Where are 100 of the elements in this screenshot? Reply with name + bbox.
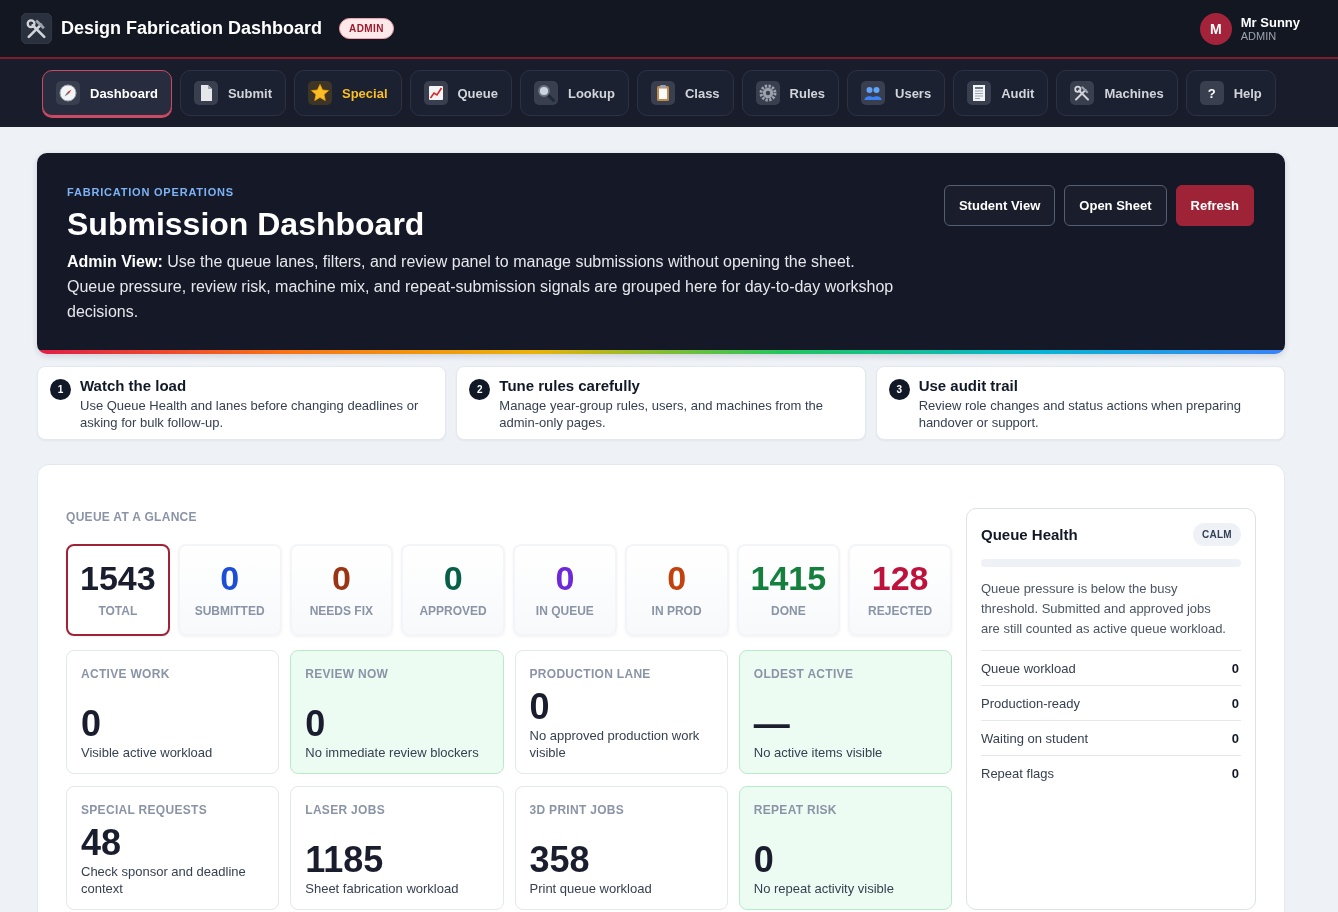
card-value: 0 — [753, 840, 775, 880]
nav-tab[interactable]: Users — [847, 70, 946, 116]
card-description: Check sponsor and deadline context — [81, 863, 247, 897]
card-description: Print queue workload — [529, 880, 653, 897]
hero-description: Queue pressure, review risk, machine mix, and repeat-submission signals are grouped here for day-to-day workshop decisions. — [67, 277, 895, 322]
nav-tab[interactable]: Rules — [741, 70, 839, 116]
tip-title: Use audit trail — [918, 376, 1019, 395]
card-label: PRODUCTION LANE — [529, 666, 652, 682]
eyebrow-text: FABRICATION OPERATIONS — [67, 185, 235, 199]
stat-tile[interactable]: 0 SUBMITTED — [177, 544, 282, 636]
card-title: Queue Health — [981, 526, 1078, 543]
metric-label: Production-ready — [981, 695, 1080, 711]
stat-tile[interactable]: 0 NEEDS FIX — [289, 544, 394, 636]
stat-label: IN PROD — [651, 603, 702, 619]
tip-text: Review role changes and status actions when preparing handover or support. — [918, 397, 1242, 431]
tip-title: Watch the load — [80, 376, 188, 395]
gear-icon — [755, 81, 780, 105]
card-value: 1185 — [305, 840, 385, 880]
clipboard-icon — [650, 81, 675, 105]
metric-label: Repeat flags — [981, 765, 1054, 781]
nav-tab[interactable]: Queue — [409, 70, 512, 116]
card-value: 0 — [305, 704, 327, 744]
stat-label: REJECTED — [868, 603, 933, 619]
stat-label: DONE — [771, 603, 806, 619]
card-value: 0 — [81, 704, 103, 744]
card-description: Sheet fabrication workload — [305, 880, 460, 897]
nav-tab[interactable]: Submit — [179, 70, 286, 116]
nav-tab[interactable]: Dashboard — [42, 70, 172, 116]
metric-label: Queue workload — [981, 660, 1076, 676]
stat-value: 0 — [220, 559, 240, 597]
card-label: OLDEST ACTIVE — [753, 666, 855, 682]
card-description: No approved production work visible — [529, 727, 701, 761]
card-description: No immediate review blockers — [305, 744, 480, 761]
stat-value: 128 — [871, 559, 929, 597]
card-description: No active items visible — [753, 744, 884, 761]
stat-label: SUBMITTED — [194, 603, 265, 619]
card-label: REVIEW NOW — [305, 666, 390, 682]
metric-value: 0 — [1231, 695, 1240, 711]
nav-tab[interactable]: Audit — [953, 70, 1049, 116]
stat-value: 0 — [331, 559, 351, 597]
stat-value: 1543 — [80, 559, 156, 597]
tip-title: Tune rules carefully — [499, 376, 641, 395]
metric-value: 0 — [1231, 765, 1240, 781]
card-description: No repeat activity visible — [753, 880, 895, 897]
hammer-wrench-icon — [21, 13, 52, 44]
stat-tile[interactable]: 1415 DONE — [736, 544, 841, 636]
card-label: SPECIAL REQUESTS — [81, 802, 208, 818]
tip-text: Manage year-group rules, users, and machines from the admin-only pages. — [499, 397, 825, 431]
nav-tab[interactable]: Machines — [1056, 70, 1178, 116]
nav-tab[interactable]: Special — [293, 70, 402, 116]
user-role: ADMIN — [1240, 29, 1277, 43]
step-number: 2 — [469, 379, 491, 400]
hero-description: Admin View: Use the queue lanes, filters, and review panel to manage submissions without opening the sheet. — [67, 252, 856, 272]
magnifier-icon — [533, 81, 558, 105]
step-number: 3 — [888, 379, 910, 400]
card-label: ACTIVE WORK — [81, 666, 171, 682]
nav-tab[interactable]: Lookup — [519, 70, 629, 116]
user-name: Mr Sunny — [1240, 14, 1300, 30]
people-icon — [861, 81, 885, 105]
refresh-button[interactable]: Refresh — [1175, 185, 1254, 226]
question-mark-icon: ? — [1199, 81, 1224, 105]
line-chart-icon — [423, 81, 448, 105]
metric-value: 0 — [1231, 730, 1240, 746]
card-value: — — [753, 704, 791, 744]
action-button[interactable]: Student View — [943, 185, 1056, 226]
stat-tile[interactable]: 0 IN QUEUE — [513, 544, 617, 636]
stat-tile[interactable]: 0 APPROVED — [401, 544, 505, 636]
stat-tile[interactable]: 1543 TOTAL — [66, 544, 170, 636]
card-label: 3D PRINT JOBS — [529, 802, 626, 818]
tip-text: Use Queue Health and lanes before changing deadlines or asking for bulk follow-up. — [80, 397, 420, 431]
card-value: 358 — [529, 840, 591, 880]
user-avatar[interactable]: M — [1199, 12, 1232, 45]
card-value: 48 — [81, 823, 123, 863]
stat-tile[interactable]: 128 REJECTED — [848, 544, 952, 636]
stat-value: 0 — [443, 559, 463, 597]
stat-label: APPROVED — [419, 603, 487, 619]
stat-value: 0 — [555, 559, 575, 597]
stat-tile[interactable]: 0 IN PROD — [624, 544, 729, 636]
app-title: Design Fabrication Dashboard — [61, 18, 323, 39]
role-badge: ADMIN — [339, 18, 394, 39]
card-label: REPEAT RISK — [753, 802, 838, 818]
status-badge: CALM — [1192, 523, 1241, 546]
step-number: 1 — [50, 379, 71, 400]
card-label: LASER JOBS — [305, 802, 386, 818]
metric-value: 0 — [1231, 660, 1240, 676]
metric-label: Waiting on student — [981, 730, 1089, 746]
stat-label: TOTAL — [98, 603, 138, 619]
section-heading: QUEUE AT A GLANCE — [66, 509, 198, 526]
nav-tab[interactable]: Class — [636, 70, 734, 116]
card-value: 0 — [529, 687, 551, 727]
health-description: Queue pressure is below the busy threshold. Submitted and approved jobs are still counted as active queue workload. — [981, 580, 1227, 638]
hammer-wrench-icon — [1070, 81, 1095, 105]
receipt-icon — [967, 81, 992, 105]
document-icon — [193, 81, 218, 105]
nav-tab[interactable]: ? Help — [1185, 70, 1276, 116]
stat-label: NEEDS FIX — [309, 603, 374, 619]
stat-value: 1415 — [750, 559, 827, 597]
stat-value: 0 — [667, 559, 687, 597]
compass-icon — [56, 81, 80, 105]
action-button[interactable]: Open Sheet — [1064, 185, 1167, 226]
